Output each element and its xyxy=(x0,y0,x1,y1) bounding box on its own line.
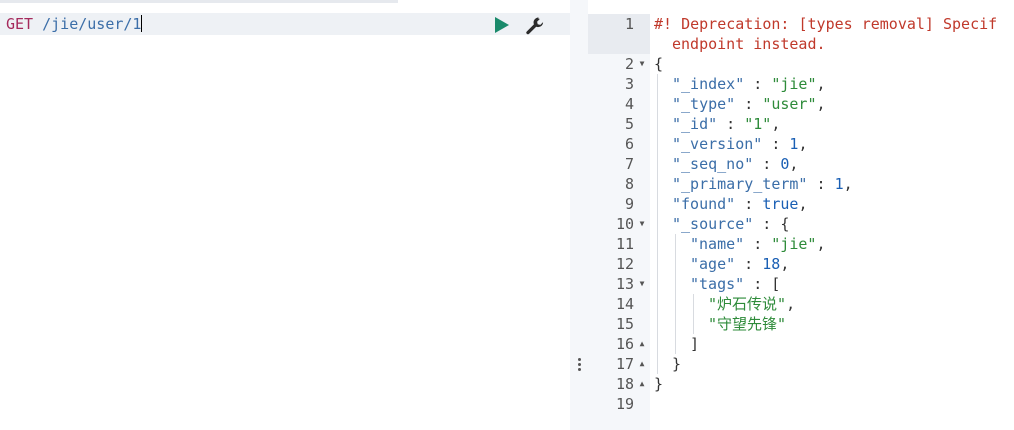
json-line-seq-no: "_seq_no" : 0, xyxy=(672,155,799,173)
fold-toggle-icon[interactable]: ▼ xyxy=(636,214,648,234)
json-open-brace: { xyxy=(654,55,664,73)
deprecation-warning: #! Deprecation: [types removal] Specif xyxy=(654,15,998,33)
wrench-icon xyxy=(526,17,544,35)
json-tag-item: "守望先锋" xyxy=(708,315,787,333)
json-line-version: "_version" : 1, xyxy=(672,135,808,153)
request-editor[interactable]: GET /jie/user/1 xyxy=(0,3,570,430)
json-line-source: "_source" : { xyxy=(672,215,790,233)
json-line-index: "_index" : "jie", xyxy=(672,75,826,93)
fold-toggle-icon[interactable]: ▼ xyxy=(636,54,648,74)
line-number: 2 xyxy=(624,55,634,73)
request-settings-button[interactable] xyxy=(524,15,546,37)
json-line-primary-term: "_primary_term" : 1, xyxy=(672,175,853,193)
json-line-type: "_type" : "user", xyxy=(672,95,826,113)
line-number: 6 xyxy=(624,135,634,153)
run-request-button[interactable] xyxy=(492,15,512,35)
line-number: 18 xyxy=(615,375,634,393)
fold-toggle-icon[interactable]: ▲ xyxy=(636,374,648,394)
line-number: 19 xyxy=(615,395,634,413)
line-number: 11 xyxy=(615,235,634,253)
pane-divider[interactable] xyxy=(570,0,588,430)
json-close-brace: } xyxy=(654,375,664,393)
fold-toggle-icon[interactable]: ▼ xyxy=(636,274,648,294)
line-number: 17 xyxy=(615,355,634,373)
text-cursor xyxy=(141,15,143,32)
line-number: 15 xyxy=(615,315,634,333)
json-tag-item: "炉石传说", xyxy=(708,295,796,313)
line-number: 10 xyxy=(615,215,634,233)
request-path: /jie/user/1 xyxy=(42,15,142,33)
fold-toggle-icon[interactable]: ▲ xyxy=(636,334,648,354)
indent-guide xyxy=(657,74,658,374)
line-number: 9 xyxy=(624,195,634,213)
indent-guide xyxy=(693,294,694,334)
json-close-source: } xyxy=(672,355,682,373)
line-number: 16 xyxy=(615,335,634,353)
deprecation-warning-cont: endpoint instead. xyxy=(672,35,826,53)
line-number: 1 xyxy=(624,15,634,33)
fold-toggle-icon[interactable]: ▲ xyxy=(636,354,648,374)
json-line-id: "_id" : "1", xyxy=(672,115,781,133)
json-line-age: "age" : 18, xyxy=(690,255,790,273)
line-number: 5 xyxy=(624,115,634,133)
line-number: 3 xyxy=(624,75,634,93)
request-text[interactable]: GET /jie/user/1 xyxy=(6,15,143,33)
line-number: 12 xyxy=(615,255,634,273)
json-line-tags: "tags" : [ xyxy=(690,275,781,293)
line-number: 8 xyxy=(624,175,634,193)
json-line-name: "name" : "jie", xyxy=(690,235,826,253)
line-number: 4 xyxy=(624,95,634,113)
line-number-gutter: 1 2 ▼ 3 4 5 6 7 8 9 10 ▼ 11 12 13 ▼ 14 1… xyxy=(588,14,650,430)
request-line[interactable]: GET /jie/user/1 xyxy=(0,13,570,35)
indent-guide xyxy=(675,234,676,354)
json-line-found: "found" : true, xyxy=(672,195,808,213)
resize-handle-icon[interactable] xyxy=(576,358,582,374)
request-method: GET xyxy=(6,15,34,33)
line-number: 7 xyxy=(624,155,634,173)
play-icon xyxy=(495,17,509,33)
line-number: 14 xyxy=(615,295,634,313)
response-viewer[interactable]: 1 2 ▼ 3 4 5 6 7 8 9 10 ▼ 11 12 13 ▼ 14 1… xyxy=(588,0,1014,430)
line-number: 13 xyxy=(615,275,634,293)
json-close-bracket: ] xyxy=(690,335,700,353)
